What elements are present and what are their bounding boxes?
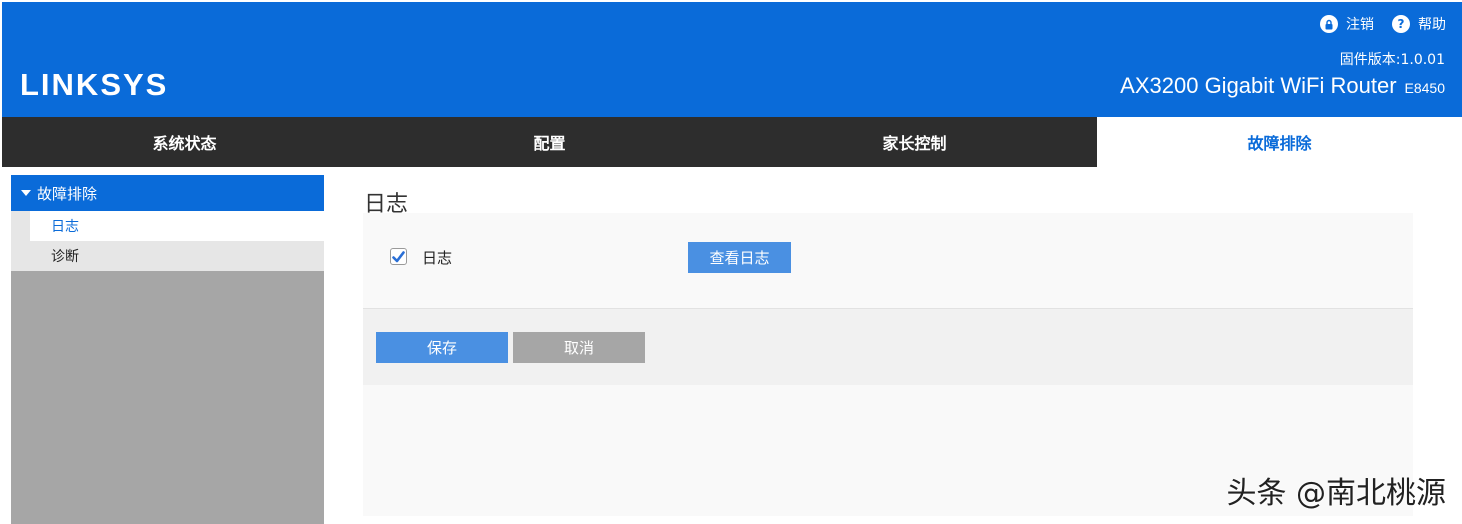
checkmark-icon (392, 250, 405, 262)
linksys-logo: LINKSYS (20, 67, 169, 102)
logout-label: 注销 (1346, 17, 1374, 33)
help-link[interactable]: ? 帮助 (1392, 14, 1446, 34)
header-bar: LINKSYS 注销 ? 帮助 固件版本:1.0.01 AX3200 Gigab… (2, 2, 1462, 117)
caret-down-icon (21, 190, 31, 196)
watermark: 头条 @南北桃源 (1226, 476, 1446, 511)
sidebar-item-diagnostics[interactable]: 诊断 (11, 241, 324, 271)
logout-link[interactable]: 注销 (1320, 14, 1374, 34)
help-icon: ? (1392, 15, 1410, 33)
help-label: 帮助 (1418, 17, 1446, 33)
tab-troubleshooting[interactable]: 故障排除 (1097, 117, 1462, 167)
log-checkbox-label: 日志 (422, 249, 453, 267)
cancel-button[interactable]: 取消 (513, 332, 645, 363)
top-links: 注销 ? 帮助 (1302, 14, 1446, 34)
tab-parental-controls[interactable]: 家长控制 (732, 117, 1097, 167)
sidebar-item-logs[interactable]: 日志 (11, 211, 324, 241)
save-button[interactable]: 保存 (376, 332, 508, 363)
view-log-button[interactable]: 查看日志 (688, 242, 791, 273)
sidebar-section-troubleshooting[interactable]: 故障排除 (11, 175, 324, 211)
sidebar: 故障排除 日志 诊断 (11, 175, 324, 524)
action-bar: 保存 取消 (363, 309, 1413, 385)
router-admin-page: LINKSYS 注销 ? 帮助 固件版本:1.0.01 AX3200 Gigab… (0, 0, 1462, 524)
log-settings-row: 日志 查看日志 (363, 213, 1413, 309)
tab-configuration[interactable]: 配置 (367, 117, 732, 167)
main-nav: 系统状态 配置 家长控制 故障排除 (2, 117, 1462, 167)
model-name: AX3200 Gigabit WiFi Router (1120, 73, 1397, 98)
log-checkbox[interactable] (390, 248, 407, 265)
tab-system-status[interactable]: 系统状态 (2, 117, 367, 167)
sidebar-section-label: 故障排除 (37, 184, 98, 203)
lock-icon (1320, 15, 1338, 33)
model-code: E8450 (1404, 80, 1445, 96)
router-model: AX3200 Gigabit WiFi Router E8450 (1120, 73, 1445, 99)
firmware-version: 固件版本:1.0.01 (1339, 52, 1445, 68)
